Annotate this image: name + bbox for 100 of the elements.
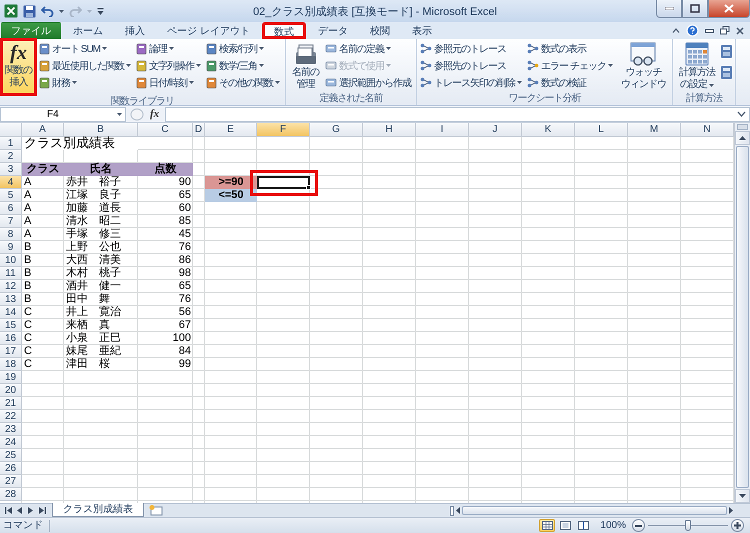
help-icon[interactable] bbox=[686, 24, 699, 37]
ribbon-button[interactable]: 選択範囲から作成 bbox=[324, 74, 414, 91]
ribbon-button[interactable]: 参照元のトレース bbox=[419, 40, 525, 57]
calculator-icon[interactable] bbox=[720, 44, 733, 59]
ribbon-tab[interactable]: 表示 bbox=[402, 22, 442, 39]
calculator-icon[interactable] bbox=[720, 65, 733, 80]
ribbon-button[interactable]: 論理 bbox=[135, 40, 204, 57]
row-number[interactable]: 1 bbox=[0, 137, 22, 150]
slider-thumb[interactable] bbox=[685, 520, 691, 531]
row-number[interactable]: 6 bbox=[0, 202, 22, 215]
scroll-up-button[interactable] bbox=[735, 131, 750, 145]
column-letter[interactable]: F bbox=[257, 123, 310, 137]
ribbon-tab[interactable]: ページ レイアウト bbox=[157, 22, 260, 39]
row-number[interactable]: 2 bbox=[0, 150, 22, 163]
ribbon-button[interactable]: 名前の定義 bbox=[324, 40, 414, 57]
insert-sheet-icon[interactable] bbox=[148, 504, 164, 516]
row-number[interactable]: 27 bbox=[0, 475, 22, 488]
row-number[interactable]: 3 bbox=[0, 163, 22, 176]
normal-view-button[interactable] bbox=[539, 519, 556, 532]
row-number[interactable]: 13 bbox=[0, 293, 22, 306]
ribbon-tab[interactable]: 挿入 bbox=[115, 22, 155, 39]
row-number[interactable]: 12 bbox=[0, 280, 22, 293]
file-tab[interactable]: ファイル bbox=[1, 22, 61, 39]
last-sheet-icon[interactable] bbox=[39, 507, 46, 514]
active-cell[interactable] bbox=[257, 176, 310, 189]
scroll-left-icon[interactable] bbox=[456, 507, 460, 514]
ribbon-button[interactable]: 数式の表示 bbox=[526, 40, 616, 57]
ribbon-button[interactable]: 数学/三角 bbox=[205, 57, 283, 74]
column-letter[interactable]: G bbox=[310, 123, 363, 137]
column-letter[interactable]: A bbox=[22, 123, 64, 137]
ribbon-button[interactable]: 日付/時刻 bbox=[135, 74, 204, 91]
row-number[interactable]: 15 bbox=[0, 319, 22, 332]
ribbon-button[interactable]: ウォッチ ウィンドウ bbox=[618, 40, 669, 92]
row-number[interactable]: 20 bbox=[0, 384, 22, 397]
zoom-slider[interactable] bbox=[648, 520, 728, 531]
page-break-button[interactable] bbox=[575, 519, 592, 532]
row-number[interactable]: 8 bbox=[0, 228, 22, 241]
column-letter[interactable]: N bbox=[681, 123, 734, 137]
ribbon-button[interactable]: 計算方法 の設定 bbox=[676, 40, 718, 92]
formula-field[interactable] bbox=[165, 106, 750, 122]
scrollbar-thumb[interactable] bbox=[736, 146, 749, 488]
row-number[interactable]: 21 bbox=[0, 397, 22, 410]
zoom-out-button[interactable] bbox=[632, 519, 645, 532]
ribbon-button[interactable]: 検索/行列 bbox=[205, 40, 283, 57]
collapse-ribbon-icon[interactable] bbox=[672, 28, 680, 33]
row-number[interactable]: 18 bbox=[0, 358, 22, 371]
scroll-down-button[interactable] bbox=[735, 489, 750, 503]
row-number[interactable]: 24 bbox=[0, 436, 22, 449]
ribbon-tab[interactable]: 校閲 bbox=[360, 22, 400, 39]
column-letter[interactable]: I bbox=[416, 123, 469, 137]
row-number[interactable]: 17 bbox=[0, 345, 22, 358]
row-number[interactable]: 7 bbox=[0, 215, 22, 228]
fill-handle[interactable] bbox=[306, 185, 311, 190]
column-letter[interactable]: K bbox=[522, 123, 575, 137]
ribbon-button[interactable]: fx 関数の 挿入 bbox=[0, 38, 37, 96]
page-layout-button[interactable] bbox=[557, 519, 574, 532]
split-handle[interactable] bbox=[737, 124, 748, 130]
row-number[interactable]: 16 bbox=[0, 332, 22, 345]
ribbon-button[interactable]: 数式の検証 bbox=[526, 74, 616, 91]
ribbon-button[interactable]: 最近使用した関数 bbox=[38, 57, 134, 74]
ribbon-tab[interactable]: ホーム bbox=[63, 22, 113, 39]
expand-icon[interactable] bbox=[737, 111, 746, 117]
row-number[interactable]: 9 bbox=[0, 241, 22, 254]
ribbon-button[interactable]: 名前の 管理 bbox=[289, 40, 322, 92]
zoom-in-button[interactable] bbox=[731, 519, 744, 532]
maximize-button[interactable] bbox=[682, 0, 708, 18]
ribbon-button[interactable]: 参照先のトレース bbox=[419, 57, 525, 74]
ribbon-tab[interactable]: データ bbox=[308, 22, 358, 39]
row-number[interactable]: 22 bbox=[0, 410, 22, 423]
row-number[interactable]: 19 bbox=[0, 371, 22, 384]
column-letter[interactable]: D bbox=[193, 123, 205, 137]
column-letter[interactable]: C bbox=[138, 123, 193, 137]
close-button[interactable] bbox=[708, 0, 750, 18]
next-sheet-icon[interactable] bbox=[28, 507, 34, 514]
ribbon-tab[interactable]: 数式 bbox=[262, 22, 306, 39]
ribbon-button[interactable]: トレース矢印の削除 bbox=[419, 74, 525, 91]
row-number[interactable]: 10 bbox=[0, 254, 22, 267]
close-icon[interactable] bbox=[736, 26, 744, 34]
row-number[interactable]: 5 bbox=[0, 189, 22, 202]
previous-sheet-icon[interactable] bbox=[17, 507, 23, 514]
ribbon-button[interactable]: 財務 bbox=[38, 74, 134, 91]
row-number[interactable]: 11 bbox=[0, 267, 22, 280]
row-number[interactable]: 25 bbox=[0, 449, 22, 462]
row-number[interactable]: 14 bbox=[0, 306, 22, 319]
ribbon-button[interactable]: 文字列操作 bbox=[135, 57, 204, 74]
column-letter[interactable]: L bbox=[575, 123, 628, 137]
name-box[interactable]: F4 bbox=[0, 106, 126, 122]
row-number[interactable]: 23 bbox=[0, 423, 22, 436]
row-number[interactable]: 26 bbox=[0, 462, 22, 475]
sheet-tab[interactable]: クラス別成績表 bbox=[52, 503, 144, 517]
ribbon-button[interactable]: その他の関数 bbox=[205, 74, 283, 91]
save-icon[interactable] bbox=[23, 4, 36, 18]
row-number[interactable]: 28 bbox=[0, 488, 22, 501]
insert-function-button[interactable]: fx bbox=[148, 108, 162, 120]
ribbon-button[interactable]: エラー チェック bbox=[526, 57, 616, 74]
split-handle-icon[interactable] bbox=[450, 506, 454, 516]
customize-toolbar-icon[interactable] bbox=[97, 6, 104, 16]
ribbon-button[interactable]: オート SUM bbox=[38, 40, 134, 57]
scroll-right-icon[interactable] bbox=[729, 507, 733, 514]
column-letter[interactable]: M bbox=[628, 123, 681, 137]
